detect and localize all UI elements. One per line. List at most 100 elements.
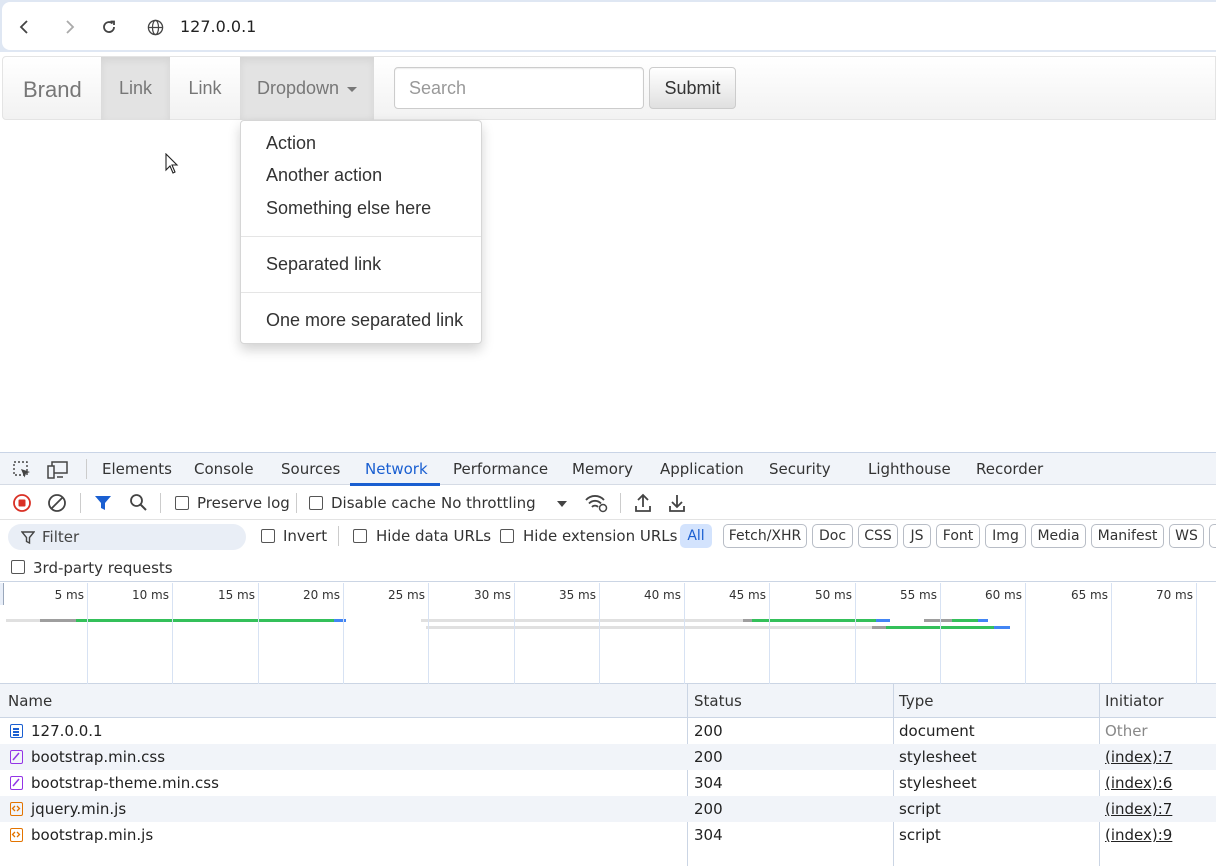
export-har-icon[interactable] bbox=[668, 493, 686, 513]
type-filter-doc[interactable]: Doc bbox=[812, 524, 853, 548]
request-initiator[interactable]: (index):7 bbox=[1105, 800, 1172, 818]
import-har-icon[interactable] bbox=[634, 493, 652, 513]
forward-button[interactable] bbox=[58, 16, 80, 38]
preserve-log-checkbox[interactable] bbox=[175, 496, 189, 510]
separator bbox=[620, 493, 621, 513]
tab-recorder[interactable]: Recorder bbox=[976, 460, 1043, 478]
timeline-gridline bbox=[428, 583, 429, 684]
tab-network[interactable]: Network bbox=[365, 460, 428, 478]
request-name: 127.0.0.1 bbox=[31, 722, 103, 740]
inspect-element-icon[interactable] bbox=[12, 460, 32, 480]
dropdown-item-separated-link[interactable]: Separated link bbox=[266, 254, 381, 275]
hide-extension-urls-checkbox[interactable] bbox=[500, 529, 514, 543]
third-party-label: 3rd-party requests bbox=[33, 559, 173, 577]
stop-recording-icon[interactable] bbox=[12, 493, 32, 513]
nav-link-2[interactable]: Link bbox=[170, 57, 240, 120]
tab-application[interactable]: Application bbox=[660, 460, 744, 478]
dropdown-item-something-else[interactable]: Something else here bbox=[266, 198, 431, 219]
dropdown-item-another-action[interactable]: Another action bbox=[266, 165, 382, 186]
request-name: bootstrap.min.css bbox=[31, 748, 166, 766]
overview-bar bbox=[426, 626, 872, 629]
type-filter-img[interactable]: Img bbox=[985, 524, 1026, 548]
request-type: script bbox=[899, 800, 941, 818]
third-party-checkbox[interactable] bbox=[11, 560, 25, 574]
chevron-down-icon bbox=[557, 501, 567, 507]
overview-left-handle[interactable] bbox=[0, 583, 4, 605]
type-filter-font[interactable]: Font bbox=[936, 524, 980, 548]
device-toolbar-icon[interactable] bbox=[47, 460, 69, 480]
request-type: document bbox=[899, 722, 975, 740]
dropdown-divider bbox=[241, 236, 481, 237]
dropdown-divider bbox=[241, 292, 481, 293]
timeline-tick-label: 25 ms bbox=[387, 588, 425, 602]
column-header-status[interactable]: Status bbox=[694, 692, 742, 710]
separator bbox=[296, 493, 297, 513]
type-filter-all[interactable]: All bbox=[680, 524, 712, 548]
network-overview-timeline[interactable]: 5 ms 10 ms 15 ms 20 ms 25 ms 30 ms 35 ms 40 ms 4… bbox=[0, 583, 1216, 684]
invert-checkbox[interactable] bbox=[261, 529, 275, 543]
timeline-gridline bbox=[514, 583, 515, 684]
submit-button[interactable]: Submit bbox=[649, 67, 736, 109]
site-info-button[interactable] bbox=[144, 16, 166, 38]
request-initiator[interactable]: (index):9 bbox=[1105, 826, 1172, 844]
devtools-tab-bar: Elements Console Sources Network Perform… bbox=[0, 452, 1216, 486]
timeline-tick-label: 5 ms bbox=[54, 588, 84, 602]
filter-input[interactable]: Filter bbox=[8, 524, 246, 550]
column-header-initiator[interactable]: Initiator bbox=[1105, 692, 1164, 710]
overview-bar bbox=[743, 619, 752, 622]
type-filter-fetch-xhr[interactable]: Fetch/XHR bbox=[723, 524, 807, 548]
tab-memory[interactable]: Memory bbox=[572, 460, 633, 478]
timeline-gridline bbox=[1196, 583, 1197, 684]
nav-link-1[interactable]: Link bbox=[101, 57, 170, 120]
table-row[interactable]: bootstrap-theme.min.css 304 stylesheet (ind… bbox=[0, 770, 1216, 796]
navbar: Brand Link Link Dropdown Submit bbox=[2, 56, 1216, 120]
navbar-brand[interactable]: Brand bbox=[23, 77, 82, 103]
clear-icon[interactable] bbox=[47, 493, 67, 513]
timeline-tick-label: 40 ms bbox=[643, 588, 681, 602]
filter-funnel-icon[interactable] bbox=[94, 494, 112, 512]
column-header-name[interactable]: Name bbox=[8, 692, 52, 710]
timeline-gridline bbox=[258, 583, 259, 684]
type-filter-js[interactable]: JS bbox=[903, 524, 931, 548]
type-filter-manifest[interactable]: Manifest bbox=[1091, 524, 1164, 548]
tab-elements[interactable]: Elements bbox=[102, 460, 172, 478]
overview-bar bbox=[952, 619, 978, 622]
type-filter-more[interactable] bbox=[1209, 524, 1216, 548]
type-filter-css[interactable]: CSS bbox=[858, 524, 898, 548]
table-row[interactable]: bootstrap.min.js 304 script (index):9 bbox=[0, 822, 1216, 848]
browser-toolbar: 127.0.0.1 bbox=[0, 0, 1216, 52]
back-button[interactable] bbox=[14, 16, 36, 38]
devtools-panel: Elements Console Sources Network Perform… bbox=[0, 452, 1216, 866]
tab-lighthouse[interactable]: Lighthouse bbox=[868, 460, 951, 478]
request-name: bootstrap.min.js bbox=[31, 826, 154, 844]
tab-sources[interactable]: Sources bbox=[281, 460, 340, 478]
request-initiator[interactable]: (index):7 bbox=[1105, 748, 1172, 766]
tab-security[interactable]: Security bbox=[769, 460, 831, 478]
dropdown-item-one-more-separated[interactable]: One more separated link bbox=[266, 310, 463, 331]
overview-bar bbox=[876, 619, 890, 622]
tab-console[interactable]: Console bbox=[194, 460, 254, 478]
disable-cache-checkbox[interactable] bbox=[309, 496, 323, 510]
reload-button[interactable] bbox=[98, 16, 120, 38]
filter-funnel-icon bbox=[21, 531, 35, 545]
dropdown-item-action[interactable]: Action bbox=[266, 133, 316, 154]
timeline-tick-label: 70 ms bbox=[1155, 588, 1193, 602]
url-text[interactable]: 127.0.0.1 bbox=[180, 17, 256, 36]
table-row[interactable]: 127.0.0.1 200 document Other bbox=[0, 718, 1216, 744]
nav-dropdown-toggle[interactable]: Dropdown bbox=[240, 57, 374, 120]
request-initiator[interactable]: (index):6 bbox=[1105, 774, 1172, 792]
search-icon[interactable] bbox=[129, 493, 148, 512]
tab-performance[interactable]: Performance bbox=[453, 460, 548, 478]
search-input[interactable] bbox=[394, 67, 644, 109]
type-filter-ws[interactable]: WS bbox=[1169, 524, 1204, 548]
throttling-select[interactable]: No throttling bbox=[441, 494, 536, 512]
network-conditions-icon[interactable] bbox=[584, 493, 608, 513]
table-row[interactable]: bootstrap.min.css 200 stylesheet (index):7 bbox=[0, 744, 1216, 770]
address-bar-area: 127.0.0.1 bbox=[2, 2, 1216, 50]
type-filter-media[interactable]: Media bbox=[1031, 524, 1086, 548]
column-header-type[interactable]: Type bbox=[899, 692, 933, 710]
request-type: stylesheet bbox=[899, 774, 977, 792]
hide-data-urls-checkbox[interactable] bbox=[353, 529, 367, 543]
request-type: script bbox=[899, 826, 941, 844]
table-row[interactable]: jquery.min.js 200 script (index):7 bbox=[0, 796, 1216, 822]
